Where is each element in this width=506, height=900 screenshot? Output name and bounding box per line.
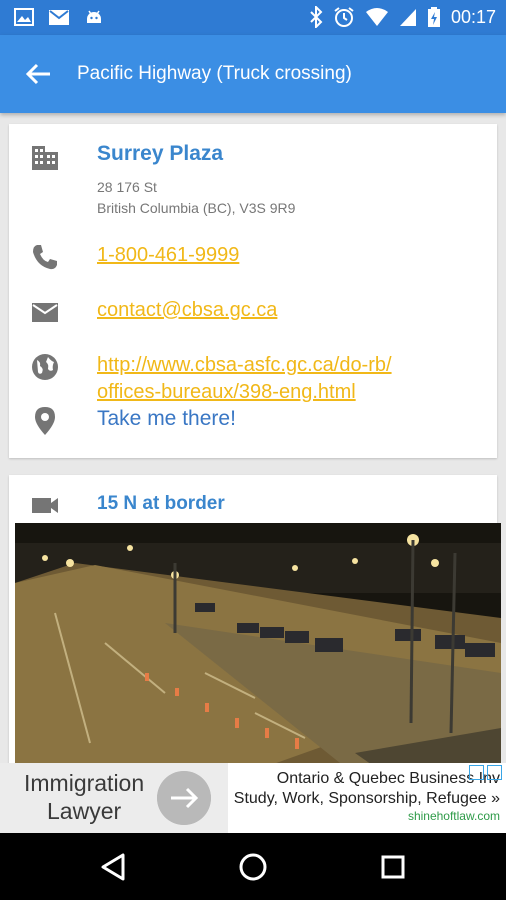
- ad-headline-line-2: Study, Work, Sponsorship, Refugee »: [233, 790, 500, 807]
- clock: 00:17: [450, 6, 496, 27]
- android-icon: [87, 10, 101, 23]
- alarm-icon: [334, 7, 354, 27]
- ad-headline: Ontario & Quebec Business Inv Study, Wor…: [210, 769, 500, 809]
- website-line-1: http://www.cbsa-asfc.gc.ca/do-rb/: [97, 354, 392, 376]
- location-pin-icon: [35, 407, 55, 435]
- email-link[interactable]: contact@cbsa.gc.ca: [97, 297, 277, 324]
- building-icon: [32, 146, 58, 170]
- ad-banner[interactable]: Immigration Lawyer Ontario & Quebec Busi…: [0, 763, 506, 833]
- directions-link[interactable]: Take me there!: [97, 407, 236, 431]
- battery-icon: [427, 7, 440, 27]
- status-icons: 00:17: [309, 6, 496, 28]
- adchoices-icon[interactable]: [469, 765, 484, 780]
- back-triangle-icon[interactable]: [97, 850, 131, 884]
- email-icon: [32, 303, 58, 322]
- notification-icons: [14, 7, 104, 27]
- website-line-2: offices-bureaux/398-eng.html: [97, 381, 356, 403]
- wifi-icon: [365, 8, 388, 26]
- office-info-card: Surrey Plaza 28 176 St British Columbia …: [9, 124, 497, 458]
- videocam-icon: [32, 498, 58, 513]
- address-line-2: British Columbia (BC), V3S 9R9: [97, 200, 296, 216]
- page-title: Pacific Highway (Truck crossing): [77, 63, 352, 84]
- adchoices-badge[interactable]: [469, 765, 502, 780]
- traffic-camera-image[interactable]: [15, 523, 501, 767]
- image-icon: [14, 8, 34, 26]
- camera-scene: [15, 523, 501, 767]
- recents-square-icon[interactable]: [376, 850, 410, 884]
- address-line-1: 28 176 St: [97, 179, 157, 195]
- home-circle-icon[interactable]: [236, 850, 270, 884]
- app-bar: Pacific Highway (Truck crossing): [0, 35, 506, 113]
- ad-headline-line-1: Ontario & Quebec Business Inv: [276, 770, 500, 787]
- system-nav-bar: [0, 833, 506, 900]
- status-bar: 00:17: [0, 0, 506, 35]
- ad-title-line-2: Lawyer: [47, 798, 122, 824]
- ad-left-panel: Immigration Lawyer: [0, 763, 228, 833]
- website-link[interactable]: http://www.cbsa-asfc.gc.ca/do-rb/ office…: [97, 352, 392, 406]
- camera-card: 15 N at border: [9, 475, 501, 775]
- gmail-icon: [49, 10, 69, 25]
- ad-title: Immigration Lawyer: [24, 769, 144, 825]
- bluetooth-icon: [310, 6, 323, 28]
- ad-url: shinehoftlaw.com: [407, 809, 500, 823]
- phone-link[interactable]: 1-800-461-9999: [97, 242, 239, 269]
- ad-title-line-1: Immigration: [24, 770, 145, 796]
- signal-icon: [399, 9, 416, 26]
- office-name: Surrey Plaza: [97, 142, 224, 165]
- camera-title: 15 N at border: [97, 493, 225, 514]
- phone-icon: [33, 245, 57, 270]
- globe-icon: [32, 354, 58, 380]
- ad-arrow-icon[interactable]: [157, 771, 211, 825]
- arrow-back-icon[interactable]: [22, 57, 56, 91]
- ad-close-icon[interactable]: [487, 765, 502, 780]
